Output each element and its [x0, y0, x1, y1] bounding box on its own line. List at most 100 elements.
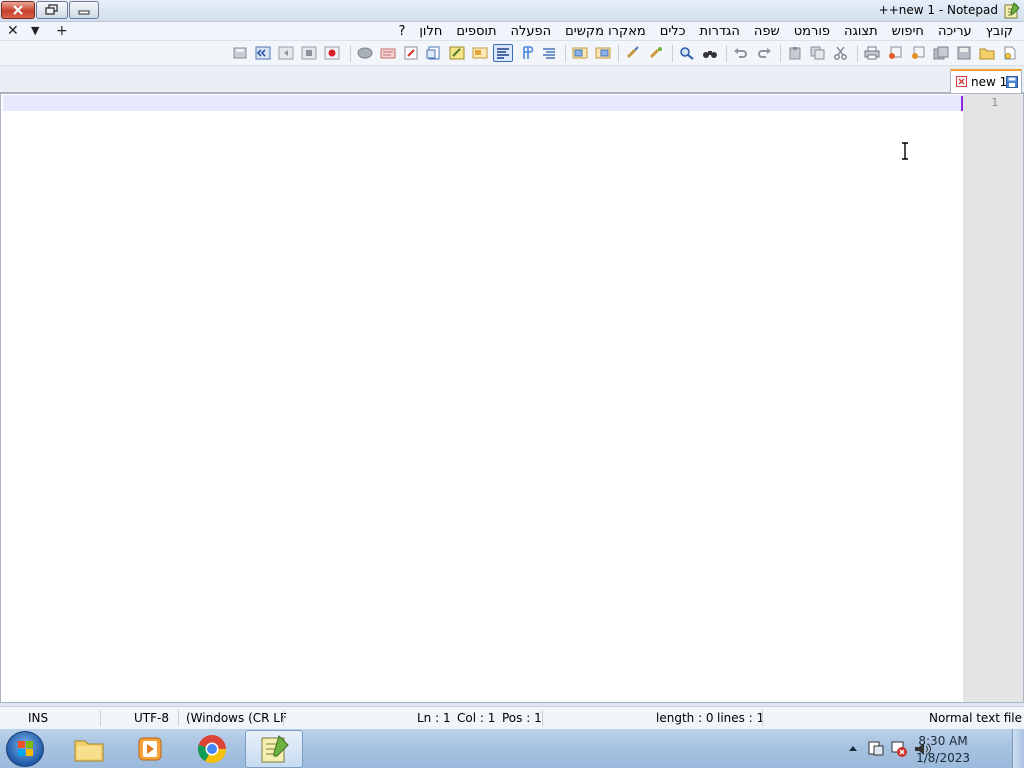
window-close-button[interactable]	[1, 1, 35, 19]
play-multiple-button[interactable]	[253, 44, 273, 62]
folder-workspace-button[interactable]	[401, 44, 421, 62]
menu-settings[interactable]: הגדרות	[693, 23, 747, 40]
cut-button[interactable]	[831, 44, 851, 62]
unsaved-disk-icon	[1006, 76, 1018, 88]
document-tab-bar: new 1	[0, 66, 1024, 93]
file-type-status: Normal text file	[928, 711, 1022, 725]
sync-horizontal-button[interactable]	[539, 44, 559, 62]
save-button[interactable]	[954, 44, 974, 62]
save-icon	[957, 46, 971, 60]
show-all-characters-button[interactable]	[493, 44, 513, 62]
menu-search[interactable]: חיפוש	[885, 23, 931, 40]
close-button[interactable]	[908, 44, 928, 62]
network-disconnected-icon[interactable]	[890, 740, 908, 758]
word-wrap-button[interactable]	[516, 44, 536, 62]
action-center-icon[interactable]	[868, 740, 884, 756]
taskbar-file-explorer[interactable]	[60, 730, 118, 768]
text-caret	[961, 96, 963, 111]
copy-button[interactable]	[808, 44, 828, 62]
menu-run[interactable]: הפעלה	[504, 23, 559, 40]
taskbar-media-player[interactable]	[121, 730, 179, 768]
redo-button[interactable]	[754, 44, 774, 62]
window-restore-button[interactable]	[36, 1, 68, 19]
record-icon	[324, 46, 340, 60]
doc-list-icon	[380, 48, 396, 59]
menu-window[interactable]: חלון	[412, 23, 449, 40]
insert-mode-status[interactable]: INS	[28, 711, 48, 725]
eol-status[interactable]: (Windows (CR LF	[186, 711, 287, 725]
new-tab-button[interactable]: +	[56, 22, 68, 40]
tab-new-1[interactable]: new 1	[950, 69, 1022, 93]
menu-plugins[interactable]: תוספים	[449, 23, 503, 40]
encoding-status[interactable]: UTF-8	[134, 711, 169, 725]
indent-guide-icon	[472, 47, 488, 59]
menu-file[interactable]: קובץ	[979, 23, 1020, 40]
undo-icon	[734, 48, 747, 58]
save-macro-button[interactable]	[230, 44, 250, 62]
taskbar-chrome[interactable]	[183, 730, 241, 768]
close-all-button[interactable]	[885, 44, 905, 62]
stop-macro-button[interactable]	[299, 44, 319, 62]
menu-help[interactable]: ?	[391, 23, 412, 40]
print-icon	[864, 46, 880, 60]
play-macro-button[interactable]	[276, 44, 296, 62]
find-in-files-button[interactable]	[700, 44, 720, 62]
save-all-icon	[933, 46, 949, 60]
document-map-button[interactable]	[447, 44, 467, 62]
tab-close-icon[interactable]	[956, 76, 967, 87]
title-bar: ++new 1 - Notepad	[0, 0, 1024, 22]
replace-icon	[649, 47, 662, 59]
line-number-gutter[interactable]: 1	[963, 94, 1023, 702]
paste-button[interactable]	[785, 44, 805, 62]
undo-button[interactable]	[731, 44, 751, 62]
system-clock[interactable]: 8:30 AM 1/8/2023	[916, 733, 970, 767]
menu-language[interactable]: שפה	[747, 23, 787, 40]
record-macro-button[interactable]	[322, 44, 342, 62]
media-player-icon	[138, 737, 162, 761]
open-file-icon	[979, 48, 995, 60]
notepad-plus-plus-icon	[261, 735, 289, 763]
line-status: Ln : 1	[417, 711, 451, 725]
new-file-button[interactable]	[1000, 44, 1020, 62]
tab-list-dropdown-button[interactable]: ▼	[31, 22, 39, 40]
binoculars-icon	[703, 51, 717, 58]
show-desktop-button[interactable]	[1012, 729, 1024, 768]
save-macro-icon	[233, 47, 247, 59]
taskbar-notepad-plus-plus[interactable]	[245, 730, 303, 768]
document-list-button[interactable]	[378, 44, 398, 62]
zoom-in-button[interactable]	[623, 44, 643, 62]
status-bar: INS UTF-8 (Windows (CR LF Ln : 1 Col : 1…	[0, 706, 1024, 728]
menu-view[interactable]: תצוגה	[837, 23, 885, 40]
open-file-button[interactable]	[977, 44, 997, 62]
wrap-icon	[523, 46, 534, 59]
print-button[interactable]	[862, 44, 882, 62]
menu-format[interactable]: פורמט	[787, 23, 837, 40]
close-document-button[interactable]: ✕	[7, 22, 19, 40]
menu-tools[interactable]: כלים	[653, 23, 693, 40]
menu-bar: ✕ ▼ + קובץ עריכה חיפוש תצוגה פורמט שפה ה…	[0, 22, 1024, 41]
start-button[interactable]	[6, 731, 44, 767]
text-editor[interactable]: 1	[0, 93, 1024, 703]
paste-icon	[789, 47, 801, 60]
stop-icon	[301, 46, 317, 60]
monitor-button[interactable]	[355, 44, 375, 62]
column-status: Col : 1	[457, 711, 496, 725]
find-button[interactable]	[677, 44, 697, 62]
current-line-highlight	[3, 95, 963, 111]
indent-guide-button[interactable]	[470, 44, 490, 62]
show-hidden-icons-icon[interactable]	[848, 744, 858, 752]
replace-button[interactable]	[646, 44, 666, 62]
menu-macro[interactable]: מאקרו מקשים	[558, 23, 653, 40]
show-all-icon	[497, 48, 509, 59]
function-list-icon	[426, 46, 440, 60]
function-list-button[interactable]	[424, 44, 444, 62]
tab-label: new 1	[971, 75, 1008, 89]
menu-edit[interactable]: עריכה	[931, 23, 979, 40]
save-all-button[interactable]	[931, 44, 951, 62]
sync-vertical-button[interactable]	[570, 44, 590, 62]
zoom-out-button[interactable]	[593, 44, 613, 62]
copy-icon	[810, 46, 825, 60]
window-minimize-button[interactable]	[69, 1, 99, 19]
play-multiple-icon	[255, 46, 271, 60]
line-number: 1	[991, 96, 998, 109]
